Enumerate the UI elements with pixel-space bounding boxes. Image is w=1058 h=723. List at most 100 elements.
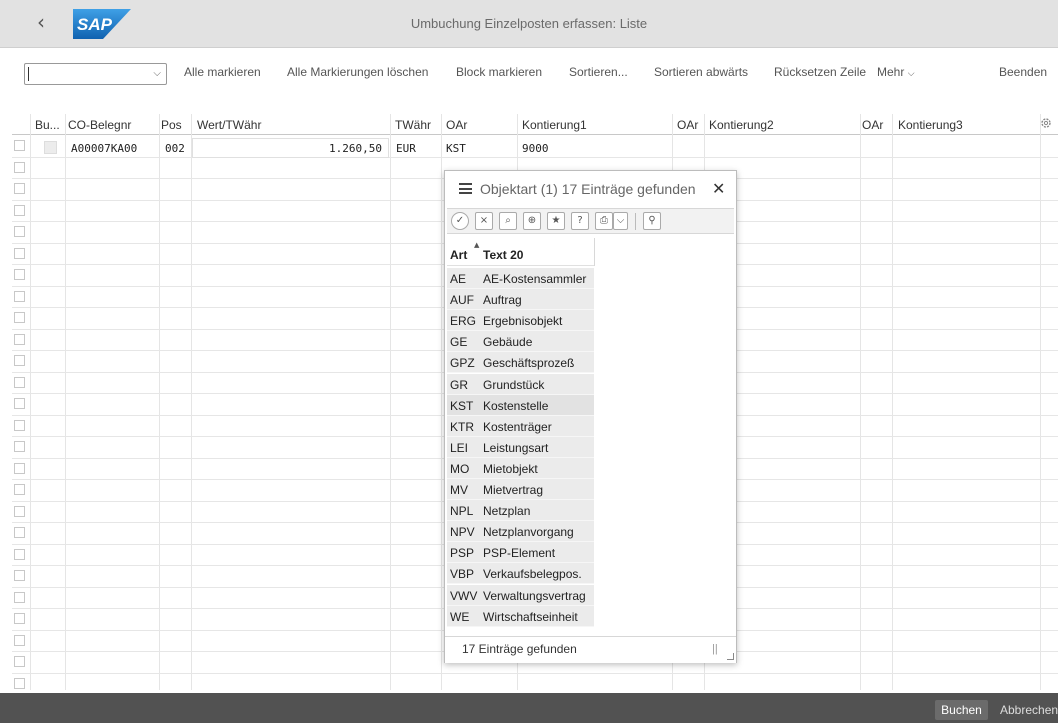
list-item-code: PSP <box>450 546 475 561</box>
layout-select[interactable]: ⌵ <box>24 63 167 85</box>
back-button[interactable]: ‹ <box>30 12 52 34</box>
list-item-text: Netzplanvorgang <box>483 525 574 540</box>
exit-button[interactable]: Beenden <box>999 65 1047 79</box>
more-button[interactable]: Mehr ⌵ <box>877 65 915 79</box>
gear-icon[interactable] <box>1040 117 1052 129</box>
col-header-co-belegnr[interactable]: CO-Belegnr <box>68 118 131 132</box>
row-select-checkbox[interactable] <box>14 505 25 517</box>
list-item[interactable]: AE AE-Kostensammler <box>447 268 594 289</box>
sap-logo: SAP <box>73 9 131 39</box>
list-item-text: Auftrag <box>483 293 522 308</box>
wert-input[interactable]: 1.260,50 <box>192 138 389 158</box>
row-select-checkbox[interactable] <box>14 441 25 452</box>
help-icon[interactable]: ? <box>571 212 589 230</box>
row-select-checkbox[interactable] <box>14 204 25 216</box>
row-select-checkbox[interactable] <box>14 247 25 259</box>
row-select-checkbox[interactable] <box>14 140 25 151</box>
sort-descending-button[interactable]: Sortieren abwärts <box>654 65 748 79</box>
row-select-checkbox[interactable] <box>14 591 25 603</box>
table-header: Bu... CO-Belegnr Pos Wert/TWähr TWähr OA… <box>12 114 1058 135</box>
list-item[interactable]: MV Mietvertrag <box>447 479 594 500</box>
list-item[interactable]: PSP PSP-Element <box>447 542 594 564</box>
list-item[interactable]: NPL Netzplan <box>447 500 594 522</box>
list-item[interactable]: GR Grundstück <box>447 373 594 395</box>
pin-icon[interactable]: ⚲ <box>643 212 661 230</box>
col-header-oar-2[interactable]: OAr <box>677 118 698 132</box>
list-item[interactable]: NPV Netzplanvorgang <box>447 521 594 543</box>
select-block-button[interactable]: Block markieren <box>456 65 542 79</box>
menu-icon[interactable] <box>459 183 472 194</box>
list-item-text: Kostenstelle <box>483 398 549 413</box>
col-header-twaehr[interactable]: TWähr <box>395 118 431 132</box>
row-select-checkbox[interactable] <box>14 484 25 495</box>
col-header-bu[interactable]: Bu... <box>35 118 60 132</box>
col-header-kontierung1[interactable]: Kontierung1 <box>522 118 587 132</box>
row-select-checkbox[interactable] <box>14 527 25 538</box>
col-header-wert[interactable]: Wert/TWähr <box>197 118 261 132</box>
row-select-checkbox[interactable] <box>14 355 25 366</box>
sort-button[interactable]: Sortieren... <box>569 65 628 79</box>
row-select-checkbox[interactable] <box>14 656 25 667</box>
chevron-down-icon[interactable]: ⌵ <box>613 212 628 230</box>
cancel-button[interactable]: Abbrechen <box>1000 703 1058 717</box>
list-item[interactable]: WE Wirtschaftseinheit <box>447 605 594 627</box>
chevron-down-icon: ⌵ <box>907 69 915 79</box>
row-select-checkbox[interactable] <box>14 183 25 194</box>
row-select-checkbox[interactable] <box>14 290 25 302</box>
list-item[interactable]: GE Gebäude <box>447 331 594 353</box>
list-item[interactable]: VBP Verkaufsbelegpos. <box>447 563 594 585</box>
row-select-checkbox[interactable] <box>14 570 25 581</box>
row-select-checkbox[interactable] <box>14 634 25 646</box>
row-bu-checkbox[interactable] <box>44 141 57 154</box>
result-count: 17 Einträge gefunden <box>462 642 577 656</box>
row-select-checkbox[interactable] <box>14 548 25 560</box>
check-icon[interactable]: ✓ <box>451 212 469 230</box>
col-header-pos[interactable]: Pos <box>161 118 182 132</box>
list-item[interactable]: LEI Leistungsart <box>447 436 594 458</box>
post-button[interactable]: Buchen <box>935 700 988 720</box>
col-header-oar-3[interactable]: OAr <box>862 118 883 132</box>
resize-grip-icon[interactable] <box>727 653 734 660</box>
list-item[interactable]: KTR Kostenträger <box>447 415 594 437</box>
row-select-checkbox[interactable] <box>14 613 25 624</box>
row-select-checkbox[interactable] <box>14 161 25 173</box>
select-all-button[interactable]: Alle markieren <box>184 65 261 79</box>
toolbar: ⌵ Alle markieren Alle Markierungen lösch… <box>0 49 1058 93</box>
row-select-checkbox[interactable] <box>14 677 25 689</box>
list-item[interactable]: AUF Auftrag <box>447 289 594 311</box>
list-item[interactable]: KST Kostenstelle <box>447 394 594 416</box>
list-item-code: GPZ <box>450 356 475 371</box>
close-icon[interactable]: ✕ <box>712 179 725 198</box>
row-select-checkbox[interactable] <box>14 226 25 237</box>
list-item[interactable]: MO Mietobjekt <box>447 457 594 479</box>
row-select-checkbox[interactable] <box>14 419 25 431</box>
cell-kontierung1[interactable]: 9000 <box>522 142 549 155</box>
reset-row-button[interactable]: Rücksetzen Zeile <box>774 65 866 79</box>
list-item[interactable]: GPZ Geschäftsprozeß <box>447 352 594 374</box>
list-item[interactable]: ERG Ergebnisobjekt <box>447 310 594 332</box>
row-select-checkbox[interactable] <box>14 376 25 388</box>
row-select-checkbox[interactable] <box>14 312 25 323</box>
favorite-add-icon[interactable]: ★ <box>547 212 565 230</box>
col-art-header[interactable]: Art <box>450 248 467 262</box>
col-header-oar-1[interactable]: OAr <box>446 118 467 132</box>
deselect-all-button[interactable]: Alle Markierungen löschen <box>287 65 428 79</box>
list-item[interactable]: VWV Verwaltungsvertrag <box>447 584 594 606</box>
cell-oar[interactable]: KST <box>446 142 466 155</box>
row-select-checkbox[interactable] <box>14 398 25 409</box>
col-header-kontierung2[interactable]: Kontierung2 <box>709 118 774 132</box>
row-select-checkbox[interactable] <box>14 333 25 345</box>
print-icon[interactable]: ⎙ <box>595 212 613 230</box>
list-item-text: Netzplan <box>483 504 531 519</box>
row-select-checkbox[interactable] <box>14 462 25 474</box>
list-item-code: VWV <box>450 588 478 603</box>
list-item-code: MV <box>450 483 468 497</box>
search-icon[interactable]: ⌕ <box>499 212 517 230</box>
row-select-checkbox[interactable] <box>14 269 25 280</box>
search-more-icon[interactable]: ⊕ <box>523 212 541 230</box>
cancel-icon[interactable]: × <box>475 212 493 230</box>
more-label: Mehr <box>877 65 905 79</box>
col-header-kontierung3[interactable]: Kontierung3 <box>898 118 963 132</box>
col-text-header[interactable]: Text 20 <box>483 248 523 262</box>
drag-handle-icon[interactable]: || <box>712 643 718 655</box>
